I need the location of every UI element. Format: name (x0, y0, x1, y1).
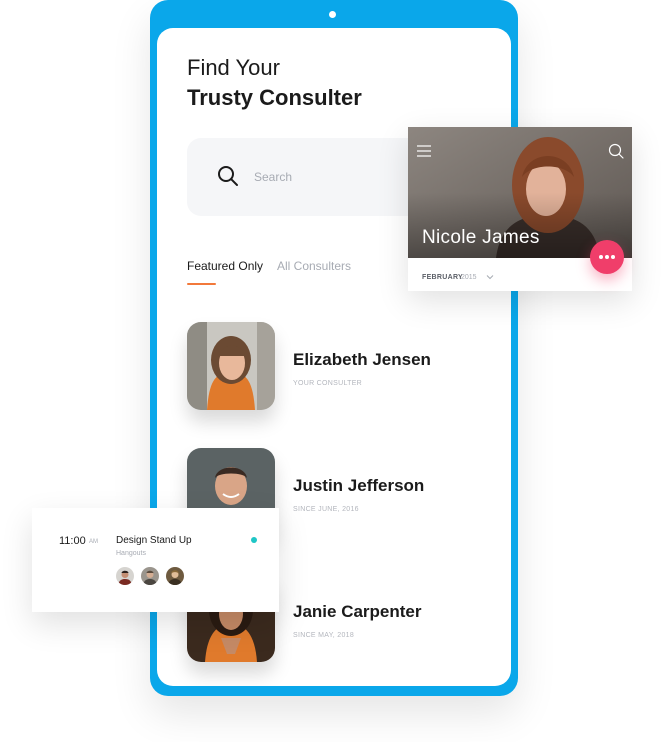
attendee-avatar[interactable] (116, 567, 134, 585)
search-icon[interactable] (608, 143, 624, 159)
search-input[interactable]: Search (254, 170, 292, 184)
profile-card[interactable]: Nicole James FEBRUARY 2015 (408, 127, 632, 291)
consultant-name: Elizabeth Jensen (293, 350, 431, 369)
consultant-name: Justin Jefferson (293, 476, 425, 495)
more-icon (599, 255, 603, 259)
attendee-avatar[interactable] (166, 567, 184, 585)
date-year[interactable]: 2015 (461, 274, 477, 281)
consultant-subtitle: YOUR CONSULTER (293, 380, 363, 387)
tab-all-consulters[interactable]: All Consulters (277, 259, 351, 273)
meeting-title: Design Stand Up (116, 535, 192, 546)
tab-featured-only[interactable]: Featured Only (187, 259, 263, 273)
status-dot (251, 537, 257, 543)
consultant-subtitle: SINCE JUNE, 2016 (293, 506, 359, 513)
meeting-time: 11:00 (59, 535, 86, 547)
more-icon (605, 255, 609, 259)
date-month[interactable]: FEBRUARY (422, 274, 463, 281)
more-button[interactable] (590, 240, 624, 274)
hamburger-icon[interactable] (417, 145, 431, 157)
consultant-item[interactable]: Elizabeth Jensen YOUR CONSULTER (187, 322, 497, 410)
meeting-ampm: AM (89, 539, 98, 545)
attendee-avatar[interactable] (141, 567, 159, 585)
chevron-down-icon[interactable] (486, 273, 494, 281)
profile-name: Nicole James (422, 227, 540, 248)
camera-dot (329, 11, 336, 18)
more-icon (611, 255, 615, 259)
avatar (187, 322, 275, 410)
page-title-line2: Trusty Consulter (187, 85, 362, 110)
consultant-name: Janie Carpenter (293, 602, 422, 621)
profile-photo: Nicole James (408, 127, 632, 258)
page-title-line1: Find Your (187, 55, 280, 80)
search-icon[interactable] (217, 165, 239, 187)
meeting-card[interactable]: 11:00 AM Design Stand Up Hangouts (32, 508, 279, 612)
active-tab-indicator (187, 283, 216, 285)
meeting-location: Hangouts (116, 550, 146, 557)
consultant-subtitle: SINCE MAY, 2018 (293, 632, 355, 639)
